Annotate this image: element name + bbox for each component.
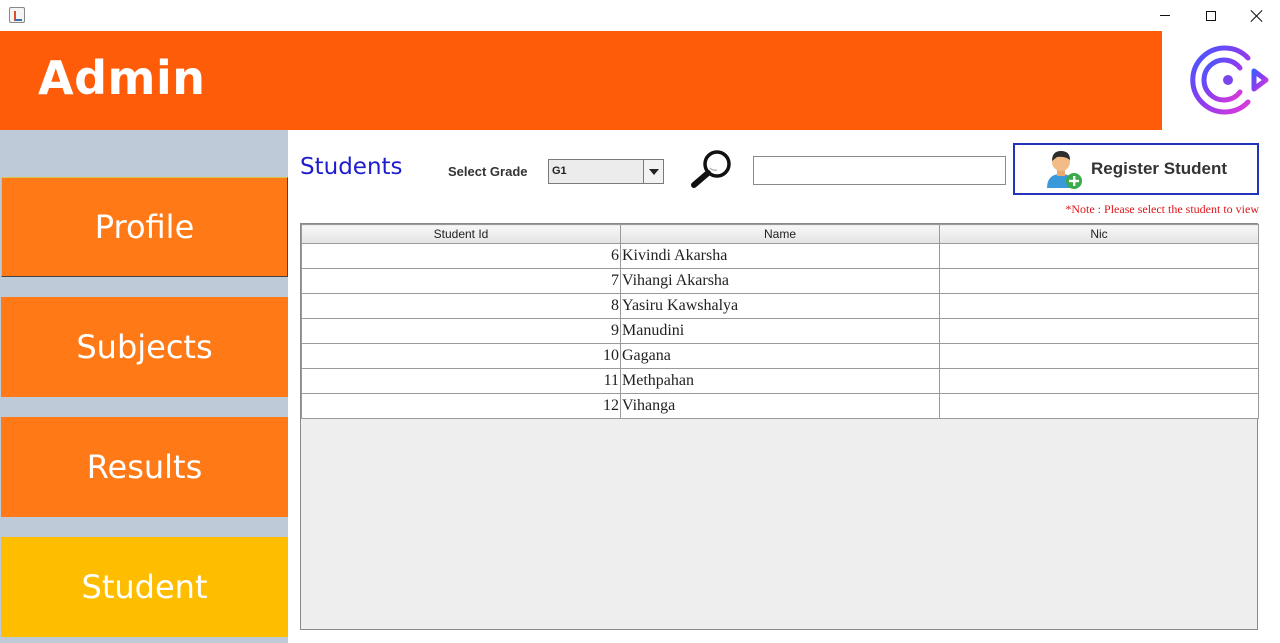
page-title: Students xyxy=(300,154,403,180)
grade-select-value: G1 xyxy=(552,165,567,177)
column-header-student-id[interactable]: Student Id xyxy=(301,224,621,244)
note-text: *Note : Please select the student to vie… xyxy=(1065,202,1259,216)
cell-name[interactable]: Kivindi Akarsha xyxy=(620,243,940,269)
cell-name[interactable]: Gagana xyxy=(620,343,940,369)
table-row[interactable]: 6 Kivindi Akarsha xyxy=(301,243,1259,269)
search-icon[interactable] xyxy=(688,148,736,190)
column-header-name[interactable]: Name xyxy=(620,224,940,244)
cell-name[interactable]: Vihanga xyxy=(620,393,940,419)
table-row[interactable]: 9 Manudini xyxy=(301,318,1259,344)
maximize-button[interactable] xyxy=(1188,0,1234,31)
close-button[interactable] xyxy=(1234,0,1280,31)
students-table: Student Id Name Nic 6 Kivindi Akarsha 7 … xyxy=(300,223,1259,630)
cell-nic[interactable] xyxy=(939,243,1259,269)
sidebar-item-profile[interactable]: Profile xyxy=(1,177,288,277)
grade-select[interactable]: G1 xyxy=(548,159,664,184)
sidebar-item-subjects[interactable]: Subjects xyxy=(1,297,288,397)
title-bar xyxy=(0,0,1280,31)
table-row[interactable]: 11 Methpahan xyxy=(301,368,1259,394)
header-title: Admin xyxy=(38,51,206,105)
table-header-row: Student Id Name Nic xyxy=(301,224,1259,244)
sidebar: Profile Subjects Results Student xyxy=(0,130,288,643)
cell-nic[interactable] xyxy=(939,393,1259,419)
cell-student-id[interactable]: 11 xyxy=(301,368,621,394)
grade-label: Select Grade xyxy=(448,164,528,179)
main-panel: Students Select Grade G1 Register Studen… xyxy=(288,130,1280,643)
cell-nic[interactable] xyxy=(939,318,1259,344)
cell-name[interactable]: Yasiru Kawshalya xyxy=(620,293,940,319)
cell-name[interactable]: Vihangi Akarsha xyxy=(620,268,940,294)
close-icon xyxy=(1251,10,1263,22)
cell-nic[interactable] xyxy=(939,343,1259,369)
logout-icon[interactable] xyxy=(1188,40,1272,120)
column-header-nic[interactable]: Nic xyxy=(939,224,1259,244)
register-student-label: Register Student xyxy=(1091,159,1228,178)
register-student-button[interactable]: Register Student xyxy=(1013,143,1259,195)
minimize-icon xyxy=(1160,15,1170,16)
cell-student-id[interactable]: 6 xyxy=(301,243,621,269)
sidebar-item-student[interactable]: Student xyxy=(1,537,288,637)
cell-name[interactable]: Manudini xyxy=(620,318,940,344)
header-banner: Admin xyxy=(0,31,1162,130)
cell-student-id[interactable]: 7 xyxy=(301,268,621,294)
add-user-icon xyxy=(1047,151,1082,189)
cell-nic[interactable] xyxy=(939,368,1259,394)
table-row[interactable]: 12 Vihanga xyxy=(301,393,1259,419)
cell-student-id[interactable]: 10 xyxy=(301,343,621,369)
cell-nic[interactable] xyxy=(939,268,1259,294)
chevron-down-icon[interactable] xyxy=(643,160,663,183)
cell-student-id[interactable]: 12 xyxy=(301,393,621,419)
java-app-icon xyxy=(9,7,25,23)
sidebar-item-results[interactable]: Results xyxy=(1,417,288,517)
table-row[interactable]: 8 Yasiru Kawshalya xyxy=(301,293,1259,319)
table-row[interactable]: 10 Gagana xyxy=(301,343,1259,369)
search-input[interactable] xyxy=(753,156,1006,185)
cell-student-id[interactable]: 9 xyxy=(301,318,621,344)
maximize-icon xyxy=(1206,10,1216,21)
cell-student-id[interactable]: 8 xyxy=(301,293,621,319)
table-row[interactable]: 7 Vihangi Akarsha xyxy=(301,268,1259,294)
cell-nic[interactable] xyxy=(939,293,1259,319)
minimize-button[interactable] xyxy=(1142,0,1188,31)
cell-name[interactable]: Methpahan xyxy=(620,368,940,394)
